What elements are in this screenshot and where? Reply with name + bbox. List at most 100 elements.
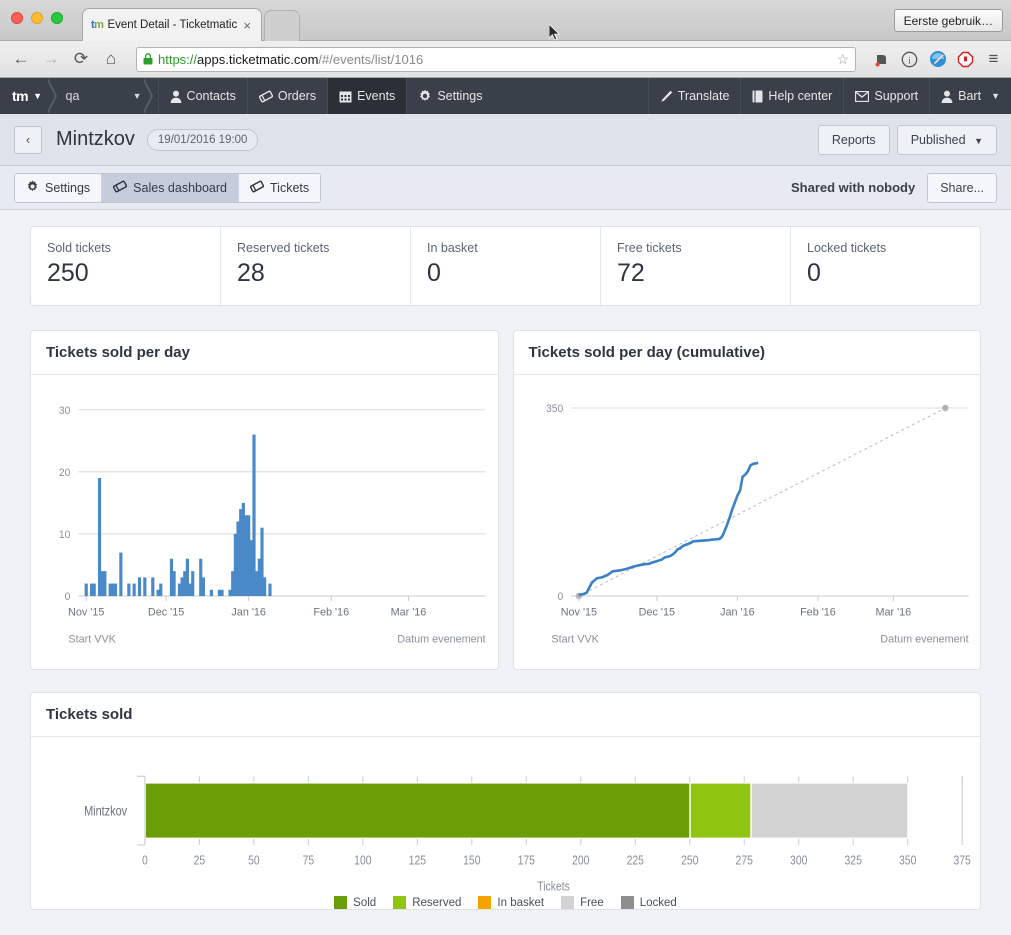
nav-label: Contacts — [186, 89, 236, 103]
ticketmatic-favicon-icon: tm — [91, 19, 104, 31]
stat-sold-tickets: Sold tickets 250 — [31, 227, 221, 305]
nav-item-settings[interactable]: Settings — [406, 78, 493, 114]
mail-icon — [855, 90, 870, 102]
nav-label: Translate — [677, 89, 730, 103]
svg-text:Nov '15: Nov '15 — [560, 606, 596, 618]
chevron-down-icon: ▼ — [974, 135, 983, 146]
chart-legend: Sold Reserved In basket Free Locked — [31, 894, 980, 909]
chevron-down-icon: ▼ — [132, 91, 142, 101]
svg-text:275: 275 — [736, 854, 754, 868]
stats-card: Sold tickets 250 Reserved tickets 28 In … — [30, 226, 981, 306]
tab-sales-dashboard[interactable]: Sales dashboard — [102, 173, 239, 202]
close-tab-icon[interactable]: × — [239, 18, 255, 33]
legend-item-free[interactable]: Free — [561, 896, 604, 909]
gear-icon — [26, 180, 39, 196]
svg-text:10: 10 — [59, 530, 71, 541]
info-circle-icon[interactable]: i — [900, 50, 919, 69]
legend-label: Sold — [353, 896, 377, 909]
legend-label: Locked — [639, 896, 677, 909]
app-logo[interactable]: tm ▼ — [0, 78, 52, 114]
tab-group: Settings Sales dashboard Tickets — [14, 172, 322, 203]
legend-item-reserved[interactable]: Reserved — [393, 896, 461, 909]
nav-label: Orders — [277, 89, 317, 103]
line-chart-svg: 0 350 Nov '15 Dec '15 Jan '16 Feb '16 Mar '16 S… — [545, 404, 968, 646]
close-window-button[interactable] — [11, 12, 23, 24]
legend-item-in-basket[interactable]: In basket — [478, 896, 544, 909]
share-button[interactable]: Share... — [927, 172, 997, 203]
maximize-window-button[interactable] — [51, 12, 63, 24]
nav-item-events[interactable]: Events — [327, 78, 407, 114]
legend-item-locked[interactable]: Locked — [620, 896, 677, 909]
svg-text:125: 125 — [409, 854, 427, 868]
legend-swatch-reserved — [393, 896, 407, 909]
minimize-window-button[interactable] — [31, 12, 43, 24]
nav-right-group: Translate Help center Support Bart ▼ — [647, 78, 1011, 114]
ticket-icon — [113, 180, 128, 196]
legend-swatch-locked — [620, 896, 634, 909]
legend-label: Reserved — [412, 896, 462, 909]
nav-item-user-menu[interactable]: Bart ▼ — [929, 78, 1011, 114]
bar-chart-svg: 0 10 20 30 Nov '15 Dec '15 Jan '16 Feb '16 Mar '… — [59, 406, 486, 646]
chart-title: Tickets sold per day (cumulative) — [513, 331, 980, 375]
svg-text:150: 150 — [463, 854, 481, 868]
bookmark-star-icon[interactable]: ☆ — [836, 51, 849, 68]
chevron-down-icon: ▼ — [991, 91, 1000, 101]
svg-text:225: 225 — [627, 854, 645, 868]
tab-settings[interactable]: Settings — [15, 173, 103, 202]
url-scheme: https:// — [158, 51, 198, 67]
legend-item-sold[interactable]: Sold — [334, 896, 376, 909]
forward-icon[interactable]: → — [38, 46, 64, 72]
stat-value: 0 — [807, 259, 821, 287]
svg-text:Jan '16: Jan '16 — [720, 606, 755, 618]
back-button[interactable]: ‹ — [14, 125, 42, 154]
address-bar[interactable]: https://apps.ticketmatic.com/#/events/li… — [136, 46, 856, 72]
home-icon[interactable]: ⌂ — [98, 46, 124, 72]
nav-item-help-center[interactable]: Help center — [740, 78, 843, 114]
nav-label: Support — [874, 89, 919, 103]
browser-tab-title: Event Detail - Ticketmatic — [107, 19, 238, 31]
reports-button[interactable]: Reports — [817, 124, 890, 155]
adblock-stop-icon[interactable] — [956, 50, 975, 69]
evernote-elephant-icon[interactable] — [872, 50, 891, 69]
url-text: https://apps.ticketmatic.com/#/events/li… — [158, 52, 836, 67]
chart-body: 0 350 Nov '15 Dec '15 Jan '16 Feb '16 Mar '16 S… — [514, 375, 981, 669]
stat-label: Reserved tickets — [237, 241, 330, 255]
back-icon[interactable]: ← — [8, 46, 34, 72]
stat-value: 28 — [237, 259, 265, 287]
tab-tickets[interactable]: Tickets — [239, 173, 321, 202]
nav-item-support[interactable]: Support — [843, 78, 929, 114]
nav-item-contacts[interactable]: Contacts — [157, 78, 247, 114]
dashboard-content: Sold tickets 250 Reserved tickets 28 In … — [0, 210, 1011, 935]
user-icon — [941, 90, 953, 103]
stat-reserved-tickets: Reserved tickets 28 — [221, 227, 411, 305]
published-dropdown[interactable]: Published ▼ — [896, 124, 997, 155]
svg-text:50: 50 — [248, 854, 260, 868]
chart-body: 0 10 20 30 Nov '15 Dec '15 Jan '16 Feb '16 Mar '… — [31, 375, 498, 669]
first-use-button[interactable]: Eerste gebruik… — [893, 9, 1003, 32]
stat-label: Free tickets — [617, 241, 682, 255]
svg-text:Start VVK: Start VVK — [68, 634, 116, 646]
account-selector[interactable]: qa ▼ — [62, 78, 148, 114]
nav-item-translate[interactable]: Translate — [647, 78, 741, 114]
svg-text:Start VVK: Start VVK — [551, 634, 599, 646]
svg-text:300: 300 — [790, 854, 808, 868]
chart-title: Tickets sold — [31, 693, 980, 737]
browser-tab[interactable]: tm Event Detail - Ticketmatic × — [82, 8, 262, 41]
nav-label: Settings — [437, 89, 483, 103]
shared-status: Shared with nobody — [790, 180, 916, 195]
reload-icon[interactable]: ⟳ — [68, 46, 94, 72]
nav-divider-2 — [141, 78, 158, 114]
stat-value: 0 — [427, 259, 441, 287]
svg-text:0: 0 — [557, 592, 563, 603]
pencil-icon — [660, 90, 673, 103]
svg-text:Datum evenement: Datum evenement — [397, 634, 485, 646]
svg-text:250: 250 — [681, 854, 699, 868]
svg-text:0: 0 — [65, 592, 71, 603]
svg-text:30: 30 — [59, 406, 71, 417]
svg-text:20: 20 — [59, 468, 71, 479]
nav-item-orders[interactable]: Orders — [246, 78, 327, 114]
browser-menu-icon[interactable]: ≡ — [984, 49, 1003, 69]
stat-locked-tickets: Locked tickets 0 — [791, 227, 980, 305]
new-tab-button[interactable] — [264, 10, 300, 41]
globe-pen-icon[interactable] — [928, 50, 947, 69]
